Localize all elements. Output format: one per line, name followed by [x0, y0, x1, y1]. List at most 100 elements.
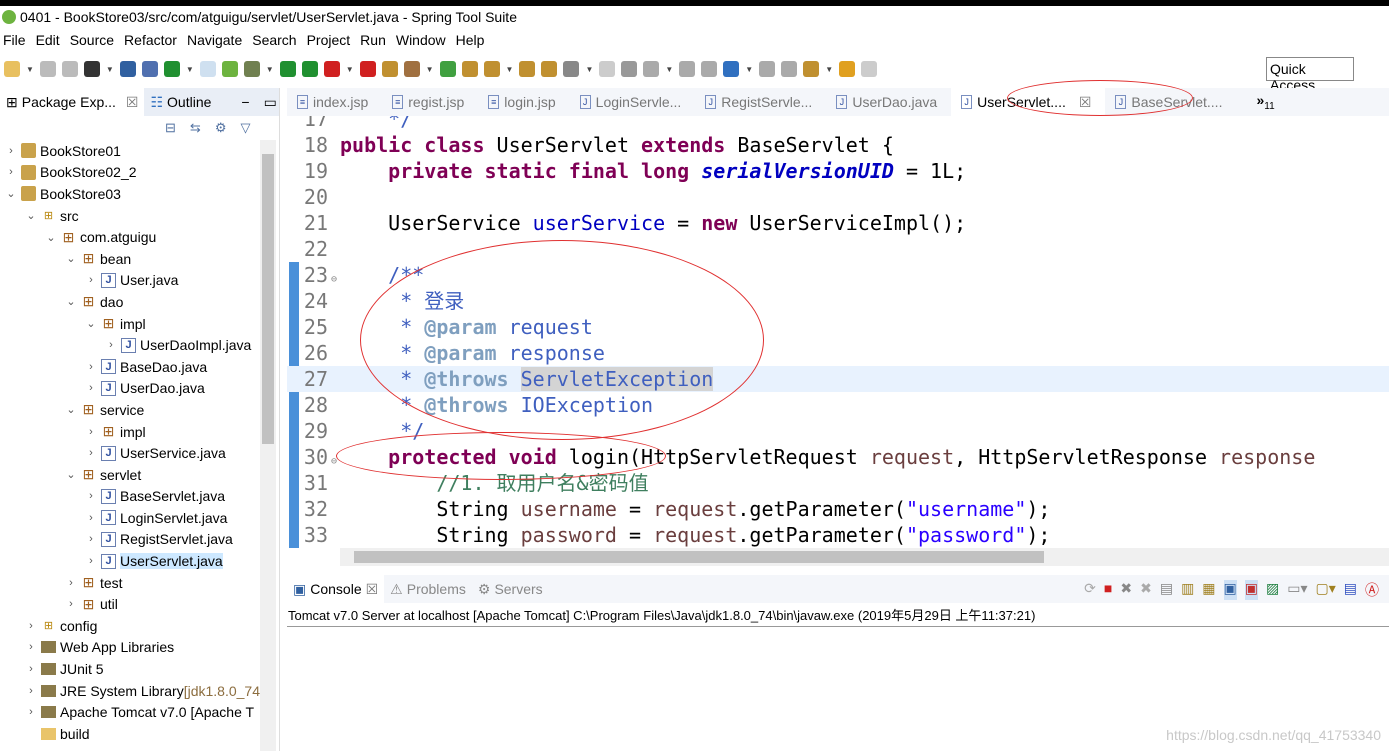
show-on-stdout-icon[interactable]: ▣	[1223, 580, 1237, 600]
open-console-icon[interactable]: ▢▾	[1316, 580, 1336, 600]
chevron-right-icon[interactable]: ›	[84, 382, 98, 394]
toolbar-button-icon[interactable]	[119, 61, 136, 77]
tree-item[interactable]: › J UserDao.java	[0, 378, 260, 400]
toolbar-button-icon[interactable]	[39, 61, 56, 77]
scrollbar-thumb[interactable]	[262, 154, 274, 444]
tree-item[interactable]: › JRE System Library [jdk1.8.0_74	[0, 680, 260, 702]
toolbar-button-icon[interactable]	[839, 61, 856, 77]
chevron-right-icon[interactable]: ›	[64, 598, 78, 610]
toolbar-button-icon[interactable]	[323, 61, 340, 77]
toolbar-button-icon[interactable]	[83, 61, 100, 77]
chevron-right-icon[interactable]: ›	[4, 166, 18, 178]
tree-item[interactable]: ⌄ ⊞ impl	[0, 313, 260, 335]
tree-item[interactable]: build	[0, 723, 260, 745]
link-editor-icon[interactable]: ⇆	[190, 120, 201, 136]
reconnect-icon[interactable]: ⟳	[1084, 580, 1096, 600]
tree-scrollbar[interactable]	[260, 140, 276, 751]
dropdown-arrow-icon[interactable]: ▼	[745, 65, 753, 74]
tree-item[interactable]: › ⊞ util	[0, 593, 260, 615]
menu-help[interactable]: Help	[456, 32, 485, 48]
tree-item[interactable]: › J User.java	[0, 270, 260, 292]
chevron-right-icon[interactable]: ›	[84, 274, 98, 286]
tree-item[interactable]: › BookStore02_2	[0, 162, 260, 184]
tab-servers[interactable]: ⚙ Servers	[472, 581, 549, 598]
tree-item[interactable]: › ⊞ test	[0, 572, 260, 594]
tree-item[interactable]: › BookStore01	[0, 140, 260, 162]
toolbar-button-icon[interactable]	[723, 61, 740, 77]
chevron-down-icon[interactable]: ⌄	[84, 317, 98, 330]
tree-item[interactable]: › ⊞ config	[0, 615, 260, 637]
chevron-right-icon[interactable]: ›	[24, 685, 38, 697]
chevron-right-icon[interactable]: ›	[64, 577, 78, 589]
view-menu-icon[interactable]: ▽	[240, 120, 250, 136]
tree-item[interactable]: › ⊞ impl	[0, 421, 260, 443]
chevron-down-icon[interactable]: ⌄	[4, 187, 18, 200]
collapse-all-icon[interactable]: ⊟	[165, 120, 176, 136]
tree-item[interactable]: › JUnit 5	[0, 658, 260, 680]
tab-console[interactable]: ▣ Console ☒	[287, 575, 385, 603]
chevron-right-icon[interactable]: ›	[24, 641, 38, 653]
chevron-right-icon[interactable]: ›	[84, 555, 98, 567]
toolbar-button-icon[interactable]	[483, 61, 500, 77]
show-on-stderr-icon[interactable]: ▣	[1244, 580, 1258, 600]
word-wrap-icon[interactable]: ▦	[1202, 580, 1215, 600]
chevron-right-icon[interactable]: ›	[84, 361, 98, 373]
chevron-down-icon[interactable]: ⌄	[64, 295, 78, 308]
editor-tab[interactable]: J RegistServle...	[695, 88, 826, 116]
chevron-right-icon[interactable]: ›	[84, 447, 98, 459]
more-tabs-button[interactable]: »11	[1256, 92, 1274, 112]
menu-run[interactable]: Run	[360, 32, 386, 48]
editor-horizontal-scrollbar[interactable]	[340, 548, 1389, 566]
menu-source[interactable]: Source	[70, 32, 114, 48]
tree-item[interactable]: › J BaseServlet.java	[0, 486, 260, 508]
menu-file[interactable]: File	[3, 32, 26, 48]
quick-access-input[interactable]: Quick Access	[1266, 57, 1354, 93]
menu-refactor[interactable]: Refactor	[124, 32, 177, 48]
pin-console-icon[interactable]: ▨	[1266, 580, 1279, 600]
toolbar-button-icon[interactable]	[781, 61, 798, 77]
tree-item[interactable]: › Apache Tomcat v7.0 [Apache T	[0, 701, 260, 723]
close-icon[interactable]: ☒	[366, 581, 379, 598]
ant-icon[interactable]: Ⓐ	[1365, 580, 1379, 600]
code-area[interactable]: 17 */18 public class UserServlet extends …	[287, 116, 1389, 548]
toolbar-button-icon[interactable]	[279, 61, 296, 77]
display-console-icon[interactable]: ▭▾	[1287, 580, 1307, 600]
chevron-right-icon[interactable]: ›	[24, 706, 38, 718]
toolbar-button-icon[interactable]	[243, 61, 260, 77]
chevron-down-icon[interactable]: ⌄	[24, 209, 38, 222]
tree-item[interactable]: › J UserDaoImpl.java	[0, 334, 260, 356]
toolbar-button-icon[interactable]	[141, 61, 158, 77]
chevron-down-icon[interactable]: ⌄	[64, 252, 78, 265]
dropdown-arrow-icon[interactable]: ▼	[26, 65, 34, 74]
scroll-lock-icon[interactable]: ▥	[1181, 580, 1194, 600]
toolbar-button-icon[interactable]	[301, 61, 318, 77]
editor-tab[interactable]: ≡ login.jsp	[478, 88, 569, 116]
editor-tab[interactable]: J LoginServle...	[570, 88, 696, 116]
chevron-right-icon[interactable]: ›	[84, 426, 98, 438]
toolbar-button-icon[interactable]	[701, 61, 718, 77]
dropdown-arrow-icon[interactable]: ▼	[106, 65, 114, 74]
tree-item[interactable]: › J LoginServlet.java	[0, 507, 260, 529]
spring-console-icon[interactable]: ▤	[1344, 580, 1357, 600]
dropdown-arrow-icon[interactable]: ▼	[266, 65, 274, 74]
editor-tab[interactable]: ≡ index.jsp	[287, 88, 382, 116]
toolbar-button-icon[interactable]	[403, 61, 420, 77]
toolbar-button-icon[interactable]	[519, 61, 536, 77]
dropdown-arrow-icon[interactable]: ▼	[825, 65, 833, 74]
dropdown-arrow-icon[interactable]: ▼	[346, 65, 354, 74]
toolbar-button-icon[interactable]	[61, 61, 78, 77]
toolbar-button-icon[interactable]	[359, 61, 376, 77]
dropdown-arrow-icon[interactable]: ▼	[426, 65, 434, 74]
tree-item[interactable]: › J RegistServlet.java	[0, 529, 260, 551]
chevron-right-icon[interactable]: ›	[84, 512, 98, 524]
chevron-right-icon[interactable]: ›	[84, 533, 98, 545]
tree-item[interactable]: ⌄ BookStore03	[0, 183, 260, 205]
chevron-down-icon[interactable]: ⌄	[44, 231, 58, 244]
minimize-icon[interactable]: −	[241, 94, 249, 110]
filter-icon[interactable]: ⚙	[215, 120, 227, 136]
remove-launch-icon[interactable]: ✖	[1120, 580, 1132, 600]
toolbar-button-icon[interactable]	[861, 61, 878, 77]
tree-item[interactable]: ⌄ ⊞ service	[0, 399, 260, 421]
chevron-down-icon[interactable]: ⌄	[64, 468, 78, 481]
menu-project[interactable]: Project	[307, 32, 351, 48]
